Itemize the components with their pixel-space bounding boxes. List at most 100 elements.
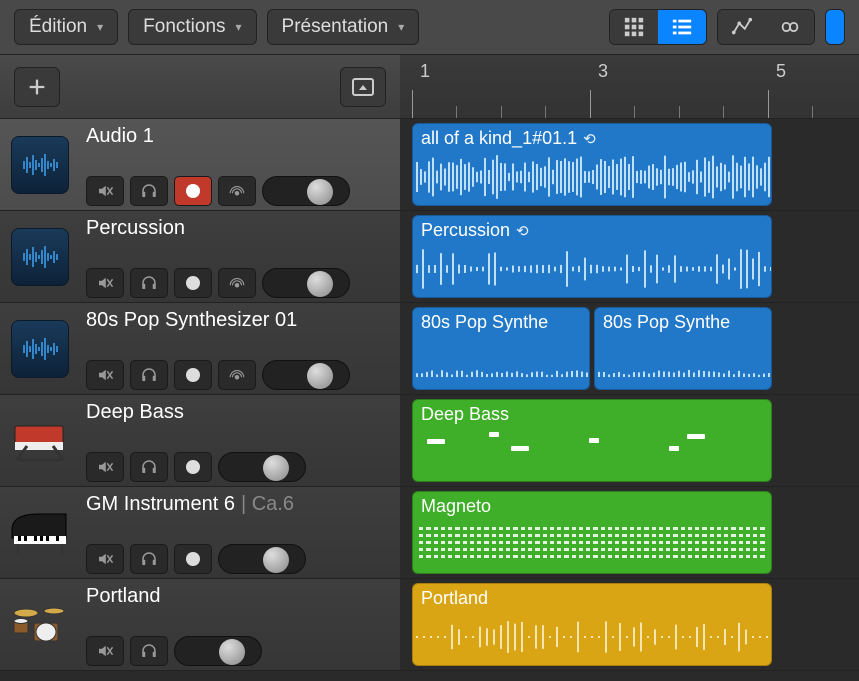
region-label: Magneto: [421, 496, 491, 517]
plus-icon: [26, 76, 48, 98]
edit-menu[interactable]: Édition ▾: [14, 9, 118, 45]
chevron-down-icon: ▾: [236, 20, 242, 34]
mute-button[interactable]: [86, 452, 124, 482]
track-header[interactable]: Deep Bass: [0, 395, 400, 487]
track-icon: [0, 211, 80, 302]
track-header[interactable]: Audio 1: [0, 119, 400, 211]
add-track-button[interactable]: [14, 67, 60, 107]
pan-knob[interactable]: [263, 455, 289, 481]
arrangement-area[interactable]: all of a kind_1#01.1⟲ Percussion ⟲ 80s Pop …: [400, 119, 859, 671]
presentation-menu[interactable]: Présentation ▾: [267, 9, 420, 45]
mute-button[interactable]: [86, 268, 124, 298]
record-button[interactable]: [174, 544, 212, 574]
input-icon: [228, 366, 246, 384]
record-button[interactable]: [174, 452, 212, 482]
grid-view-button[interactable]: [610, 10, 658, 44]
pan-knob[interactable]: [307, 179, 333, 205]
pan-knob[interactable]: [219, 639, 245, 665]
region-label: Percussion: [421, 220, 510, 241]
chevron-down-icon: ▾: [97, 20, 103, 34]
input-monitor-button[interactable]: [218, 268, 256, 298]
region[interactable]: Percussion ⟲: [412, 215, 772, 298]
automation-icon: [731, 16, 753, 38]
mute-icon: [96, 182, 114, 200]
mute-icon: [96, 458, 114, 476]
track-header[interactable]: Percussion: [0, 211, 400, 303]
solo-button[interactable]: [130, 360, 168, 390]
headphones-icon: [140, 274, 158, 292]
region-row: all of a kind_1#01.1⟲: [400, 119, 859, 211]
track-name: 80s Pop Synthesizer 01: [86, 309, 392, 332]
mute-icon: [96, 274, 114, 292]
headphones-icon: [140, 182, 158, 200]
headphones-icon: [140, 550, 158, 568]
midi-notes: [419, 430, 765, 460]
headphones-icon: [140, 642, 158, 660]
automation-segment: [717, 9, 815, 45]
track-icon: [0, 579, 80, 670]
mute-button[interactable]: [86, 636, 124, 666]
pan-slider[interactable]: [218, 452, 306, 482]
view-mode-segment: [609, 9, 707, 45]
region[interactable]: Portland: [412, 583, 772, 666]
mute-button[interactable]: [86, 544, 124, 574]
track-headers: Audio 1 Percussion 80s Pop Synthesizer 0…: [0, 119, 400, 671]
loop-icon: ⟲: [583, 130, 596, 148]
pan-knob[interactable]: [307, 363, 333, 389]
track-icon: [0, 119, 80, 210]
region[interactable]: 80s Pop Synthe: [594, 307, 772, 390]
solo-button[interactable]: [130, 452, 168, 482]
mute-button[interactable]: [86, 176, 124, 206]
extra-segment: [825, 9, 845, 45]
track-name: Deep Bass: [86, 401, 392, 424]
track-icon: [0, 395, 80, 486]
region[interactable]: Magneto: [412, 491, 772, 574]
extra-button[interactable]: [826, 10, 844, 44]
mute-button[interactable]: [86, 360, 124, 390]
mute-icon: [96, 366, 114, 384]
input-monitor-button[interactable]: [218, 360, 256, 390]
timeline-ruler[interactable]: 1 3 5: [400, 55, 859, 119]
track-icon: [0, 487, 80, 578]
record-button[interactable]: [174, 176, 212, 206]
track-name: GM Instrument 6| Ca.6: [86, 493, 392, 516]
pan-slider[interactable]: [262, 268, 350, 298]
region[interactable]: Deep Bass: [412, 399, 772, 482]
solo-button[interactable]: [130, 544, 168, 574]
pan-slider[interactable]: [174, 636, 262, 666]
automation-curve-button[interactable]: [718, 10, 766, 44]
record-button[interactable]: [174, 268, 212, 298]
pan-slider[interactable]: [262, 360, 350, 390]
edit-menu-label: Édition: [29, 16, 87, 38]
loop-button[interactable]: [766, 10, 814, 44]
region[interactable]: 80s Pop Synthe: [412, 307, 590, 390]
functions-menu-label: Fonctions: [143, 16, 225, 38]
pan-slider[interactable]: [218, 544, 306, 574]
solo-button[interactable]: [130, 176, 168, 206]
region[interactable]: all of a kind_1#01.1⟲: [412, 123, 772, 206]
region-row: Portland: [400, 579, 859, 671]
ruler-mark: 3: [598, 61, 608, 82]
headphones-icon: [140, 366, 158, 384]
region-row: Magneto: [400, 487, 859, 579]
track-name: Percussion: [86, 217, 392, 240]
track-header[interactable]: GM Instrument 6| Ca.6: [0, 487, 400, 579]
record-button[interactable]: [174, 360, 212, 390]
input-icon: [228, 182, 246, 200]
ruler-mark: 5: [776, 61, 786, 82]
midi-notes: [419, 527, 765, 567]
pan-knob[interactable]: [307, 271, 333, 297]
list-view-button[interactable]: [658, 10, 706, 44]
solo-button[interactable]: [130, 268, 168, 298]
input-monitor-button[interactable]: [218, 176, 256, 206]
loop-icon: ⟲: [516, 222, 529, 240]
track-header[interactable]: Portland: [0, 579, 400, 671]
solo-button[interactable]: [130, 636, 168, 666]
track-header[interactable]: 80s Pop Synthesizer 01: [0, 303, 400, 395]
functions-menu[interactable]: Fonctions ▾: [128, 9, 256, 45]
collapse-button[interactable]: [340, 67, 386, 107]
pan-slider[interactable]: [262, 176, 350, 206]
region-label: Portland: [421, 588, 488, 609]
pan-knob[interactable]: [263, 547, 289, 573]
loop-icon: [779, 16, 801, 38]
